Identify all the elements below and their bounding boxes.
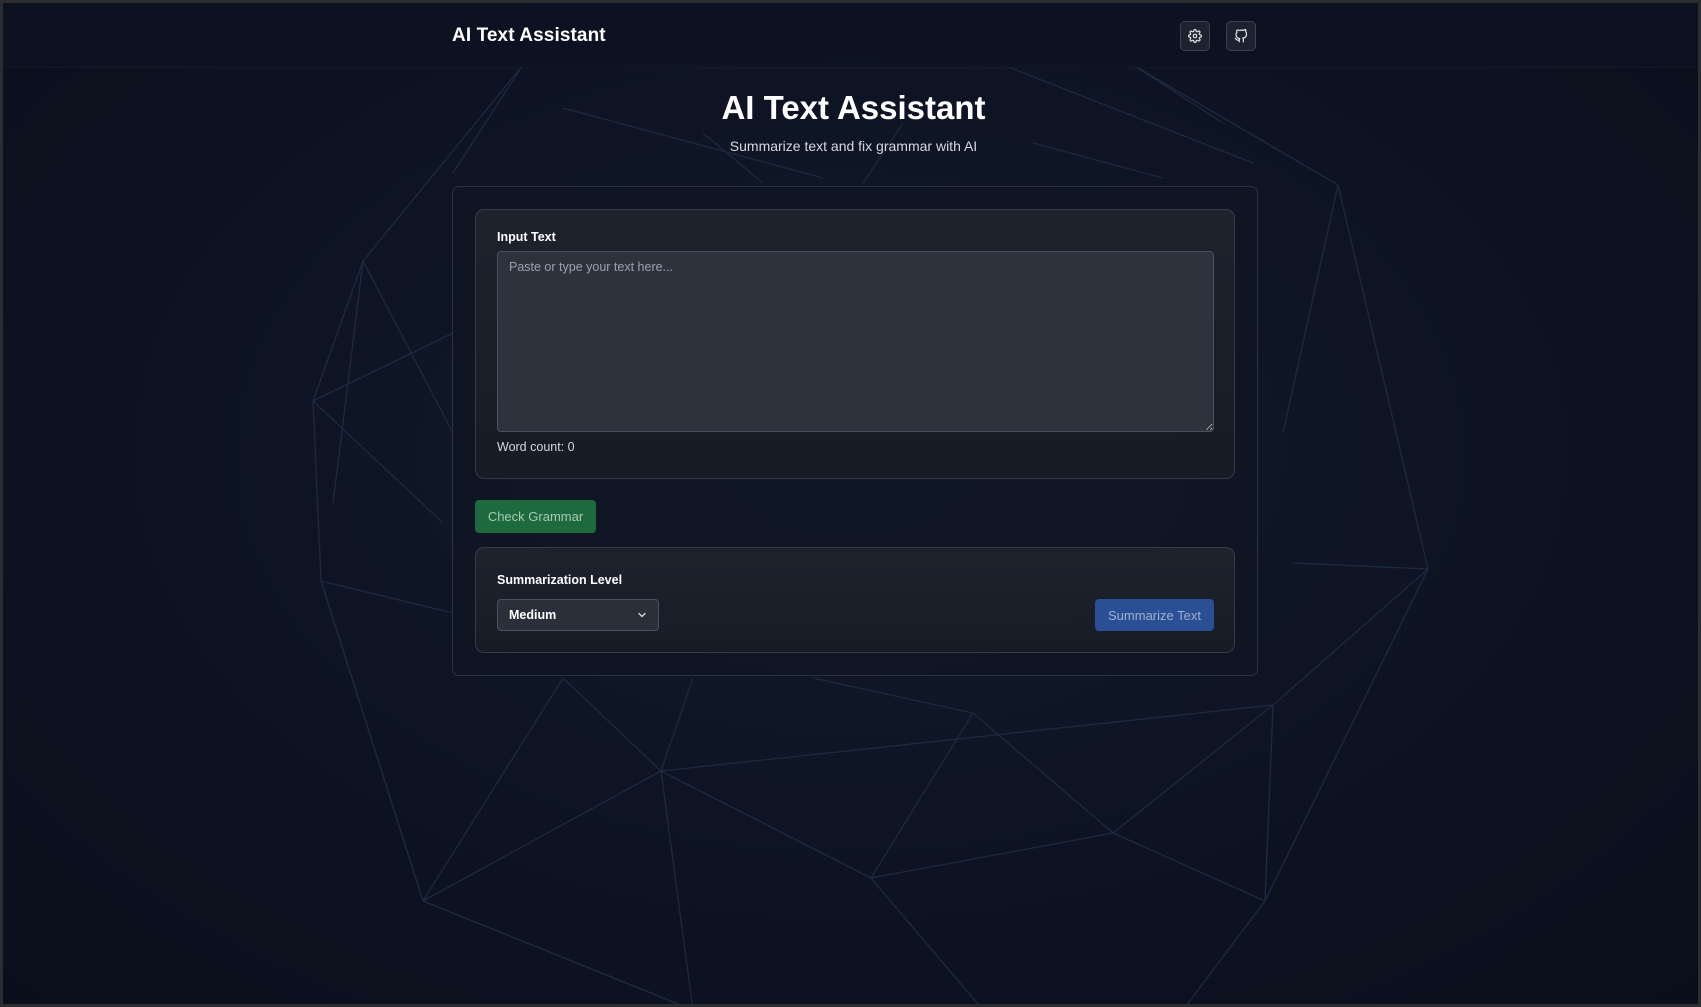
brand-title: AI Text Assistant [452,25,606,46]
summarization-panel: Summarization Level Medium Summarize Tex… [475,547,1235,653]
github-icon [1234,29,1248,43]
github-button[interactable] [1226,21,1256,51]
summarization-level-label: Summarization Level [497,573,623,587]
input-text-panel: Input Text Word count: 0 [475,209,1235,479]
chevron-down-icon [638,612,646,618]
top-navigation-bar: AI Text Assistant [3,3,1698,68]
gear-icon [1188,29,1202,43]
summarization-level-select[interactable]: Medium [497,599,659,631]
check-grammar-button[interactable]: Check Grammar [475,500,596,533]
word-count: Word count: 0 [497,440,575,454]
app-window: AI Text Assistant AI Text Assistant Summ… [0,0,1701,1007]
selected-level-value: Medium [509,608,557,622]
summarize-text-button[interactable]: Summarize Text [1095,599,1214,631]
input-text-area[interactable] [497,251,1214,432]
page-subtitle: Summarize text and fix grammar with AI [729,138,978,154]
assistant-card: Input Text Word count: 0 Check Grammar S… [452,186,1258,676]
input-text-label: Input Text [497,230,556,244]
settings-button[interactable] [1180,21,1210,51]
page-title: AI Text Assistant [721,89,986,126]
